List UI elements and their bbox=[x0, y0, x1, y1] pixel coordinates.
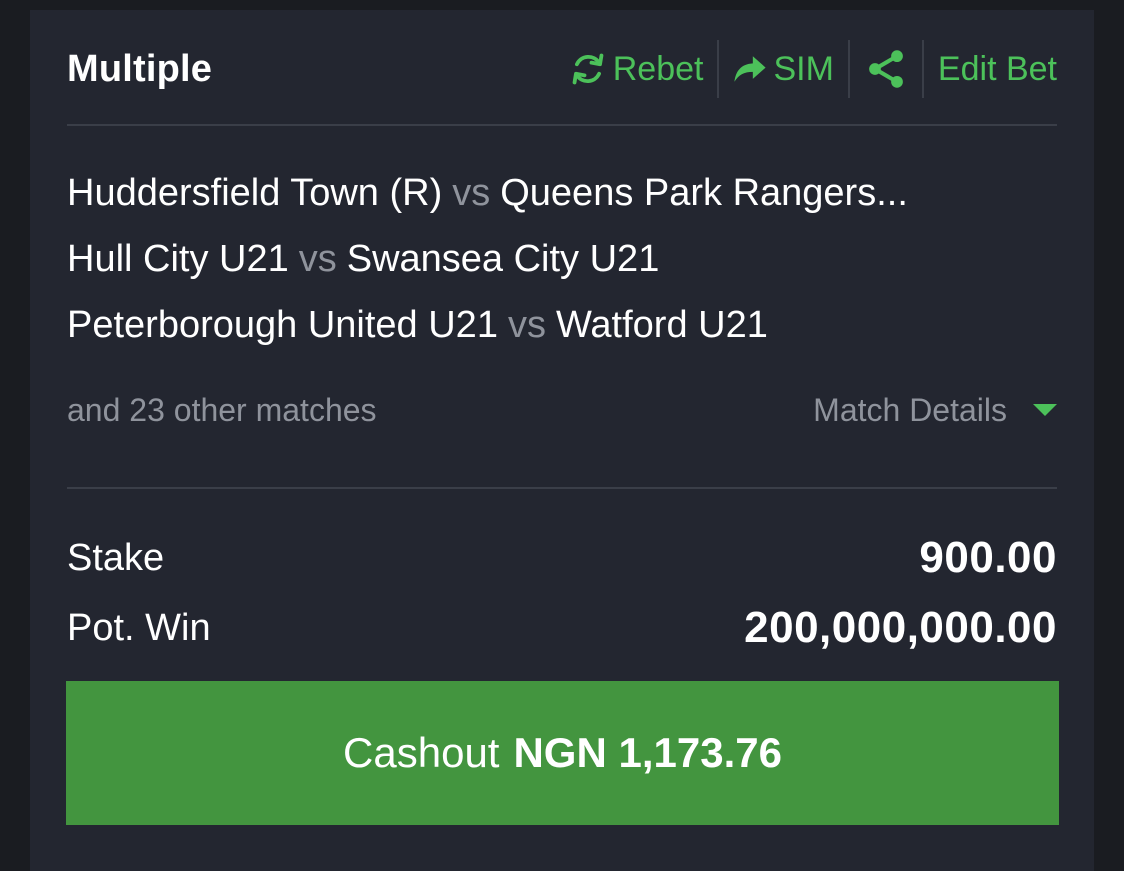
other-matches-count: and 23 other matches bbox=[67, 391, 377, 428]
cashout-label: Cashout bbox=[343, 729, 500, 776]
edit-bet-button[interactable]: Edit Bet bbox=[924, 38, 1057, 100]
sim-button[interactable]: SIM bbox=[719, 38, 847, 100]
cashout-button[interactable]: Cashout NGN 1,173.76 bbox=[66, 681, 1059, 825]
vs-label: vs bbox=[452, 172, 491, 214]
other-matches-row: and 23 other matches Match Details bbox=[67, 388, 1057, 432]
home-team: Huddersfield Town (R) bbox=[67, 172, 443, 214]
caret-down-icon bbox=[1033, 404, 1057, 416]
bet-card: Multiple Rebet SIM Edit Bet Huddersfield… bbox=[30, 10, 1094, 871]
edit-bet-label: Edit Bet bbox=[937, 49, 1057, 88]
header-divider bbox=[67, 124, 1057, 126]
refresh-icon bbox=[569, 50, 607, 88]
share-arrow-icon bbox=[733, 52, 767, 86]
sim-label: SIM bbox=[773, 49, 834, 88]
rebet-button[interactable]: Rebet bbox=[555, 38, 718, 100]
pot-win-label: Pot. Win bbox=[67, 606, 211, 649]
share-nodes-icon bbox=[864, 47, 908, 91]
away-team: Watford U21 bbox=[555, 304, 768, 346]
vs-label: vs bbox=[507, 304, 546, 346]
home-team: Hull City U21 bbox=[67, 238, 289, 280]
match-row: Peterborough United U21 vs Watford U21 bbox=[67, 292, 1057, 358]
bet-header: Multiple Rebet SIM Edit Bet bbox=[67, 38, 1057, 100]
vs-label: vs bbox=[298, 238, 337, 280]
pot-win-row: Pot. Win 200,000,000.00 bbox=[67, 598, 1057, 658]
stake-label: Stake bbox=[67, 536, 165, 579]
summary-divider bbox=[67, 487, 1057, 489]
rebet-label: Rebet bbox=[612, 49, 704, 88]
match-list: Huddersfield Town (R) vs Queens Park Range… bbox=[67, 160, 1057, 358]
cashout-amount: NGN 1,173.76 bbox=[513, 729, 782, 776]
match-row: Huddersfield Town (R) vs Queens Park Range… bbox=[67, 160, 1057, 226]
away-team: Swansea City U21 bbox=[346, 238, 660, 280]
home-team: Peterborough United U21 bbox=[67, 304, 498, 346]
stake-value: 900.00 bbox=[919, 533, 1057, 582]
match-details-toggle[interactable]: Match Details bbox=[813, 392, 1057, 429]
stake-row: Stake 900.00 bbox=[67, 528, 1057, 588]
match-row: Hull City U21 vs Swansea City U21 bbox=[67, 226, 1057, 292]
bet-type-title: Multiple bbox=[67, 47, 213, 90]
away-team: Queens Park Rangers... bbox=[500, 172, 908, 214]
pot-win-value: 200,000,000.00 bbox=[744, 603, 1057, 652]
share-button[interactable] bbox=[850, 38, 922, 100]
match-details-label: Match Details bbox=[813, 391, 1007, 428]
bet-actions: Rebet SIM Edit Bet bbox=[555, 38, 1057, 100]
